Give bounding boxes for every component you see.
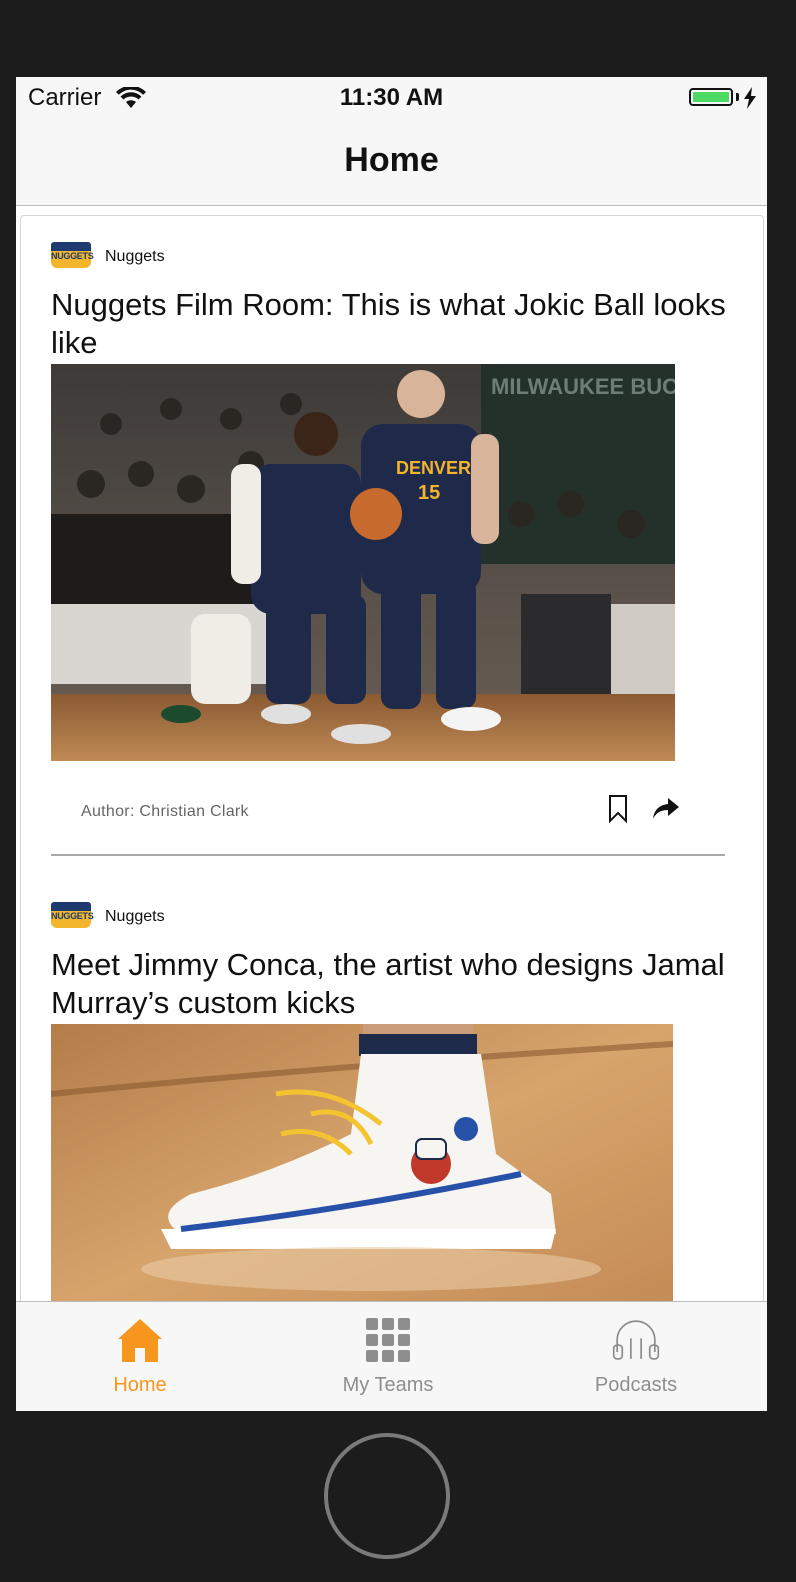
headphones-icon: [612, 1320, 660, 1360]
team-logo: NUGGETS: [51, 242, 94, 268]
article-card[interactable]: NUGGETS Nuggets Meet Jimmy Conca, the ar…: [51, 900, 731, 1316]
team-logo: NUGGETS: [51, 902, 94, 928]
source-name: Nuggets: [105, 908, 165, 925]
tab-podcasts-label: Podcasts: [594, 1374, 678, 1396]
jersey-number: 15: [418, 482, 440, 504]
article-headline[interactable]: Meet Jimmy Conca, the artist who designs…: [51, 946, 731, 1022]
home-icon: [118, 1319, 162, 1362]
battery-icon: [689, 88, 733, 106]
arena-banner-text: MILWAUKEE BUCKS: [491, 374, 675, 399]
jersey-text: DENVER: [396, 458, 471, 478]
tab-bar: Home My Teams Podcasts: [16, 1301, 767, 1411]
tab-my-teams[interactable]: My Teams: [288, 1302, 488, 1411]
battery-tip: [736, 93, 739, 101]
tab-podcasts[interactable]: Podcasts: [536, 1302, 736, 1411]
article-meta-row: Author: Christian Clark: [51, 794, 731, 834]
bookmark-icon[interactable]: [607, 794, 629, 824]
article-card[interactable]: NUGGETS Nuggets Nuggets Film Room: This …: [51, 240, 731, 860]
article-photo[interactable]: [51, 1024, 673, 1314]
grid-icon: [366, 1318, 410, 1362]
article-divider: [51, 854, 725, 856]
article-author: Author: Christian Clark: [81, 803, 249, 820]
charging-bolt-icon: [744, 87, 756, 109]
article-photo[interactable]: MILWAUKEE BUCKS: [51, 364, 675, 761]
tab-home-label: Home: [113, 1374, 167, 1396]
tab-home[interactable]: Home: [40, 1302, 240, 1411]
phone-screen: Carrier 11:30 AM Home NUGGETS Nuggets Nu…: [16, 77, 767, 1411]
clock: 11:30 AM: [339, 84, 444, 111]
share-icon[interactable]: [651, 796, 681, 822]
status-bar: Carrier 11:30 AM: [16, 77, 767, 119]
article-headline[interactable]: Nuggets Film Room: This is what Jokic Ba…: [51, 286, 731, 362]
news-feed[interactable]: NUGGETS Nuggets Nuggets Film Room: This …: [20, 215, 764, 1317]
page-title: Home: [344, 141, 439, 179]
navigation-bar: Home: [16, 119, 767, 206]
tab-my-teams-label: My Teams: [342, 1374, 434, 1396]
source-name: Nuggets: [105, 248, 165, 265]
device-home-button[interactable]: [324, 1433, 450, 1559]
